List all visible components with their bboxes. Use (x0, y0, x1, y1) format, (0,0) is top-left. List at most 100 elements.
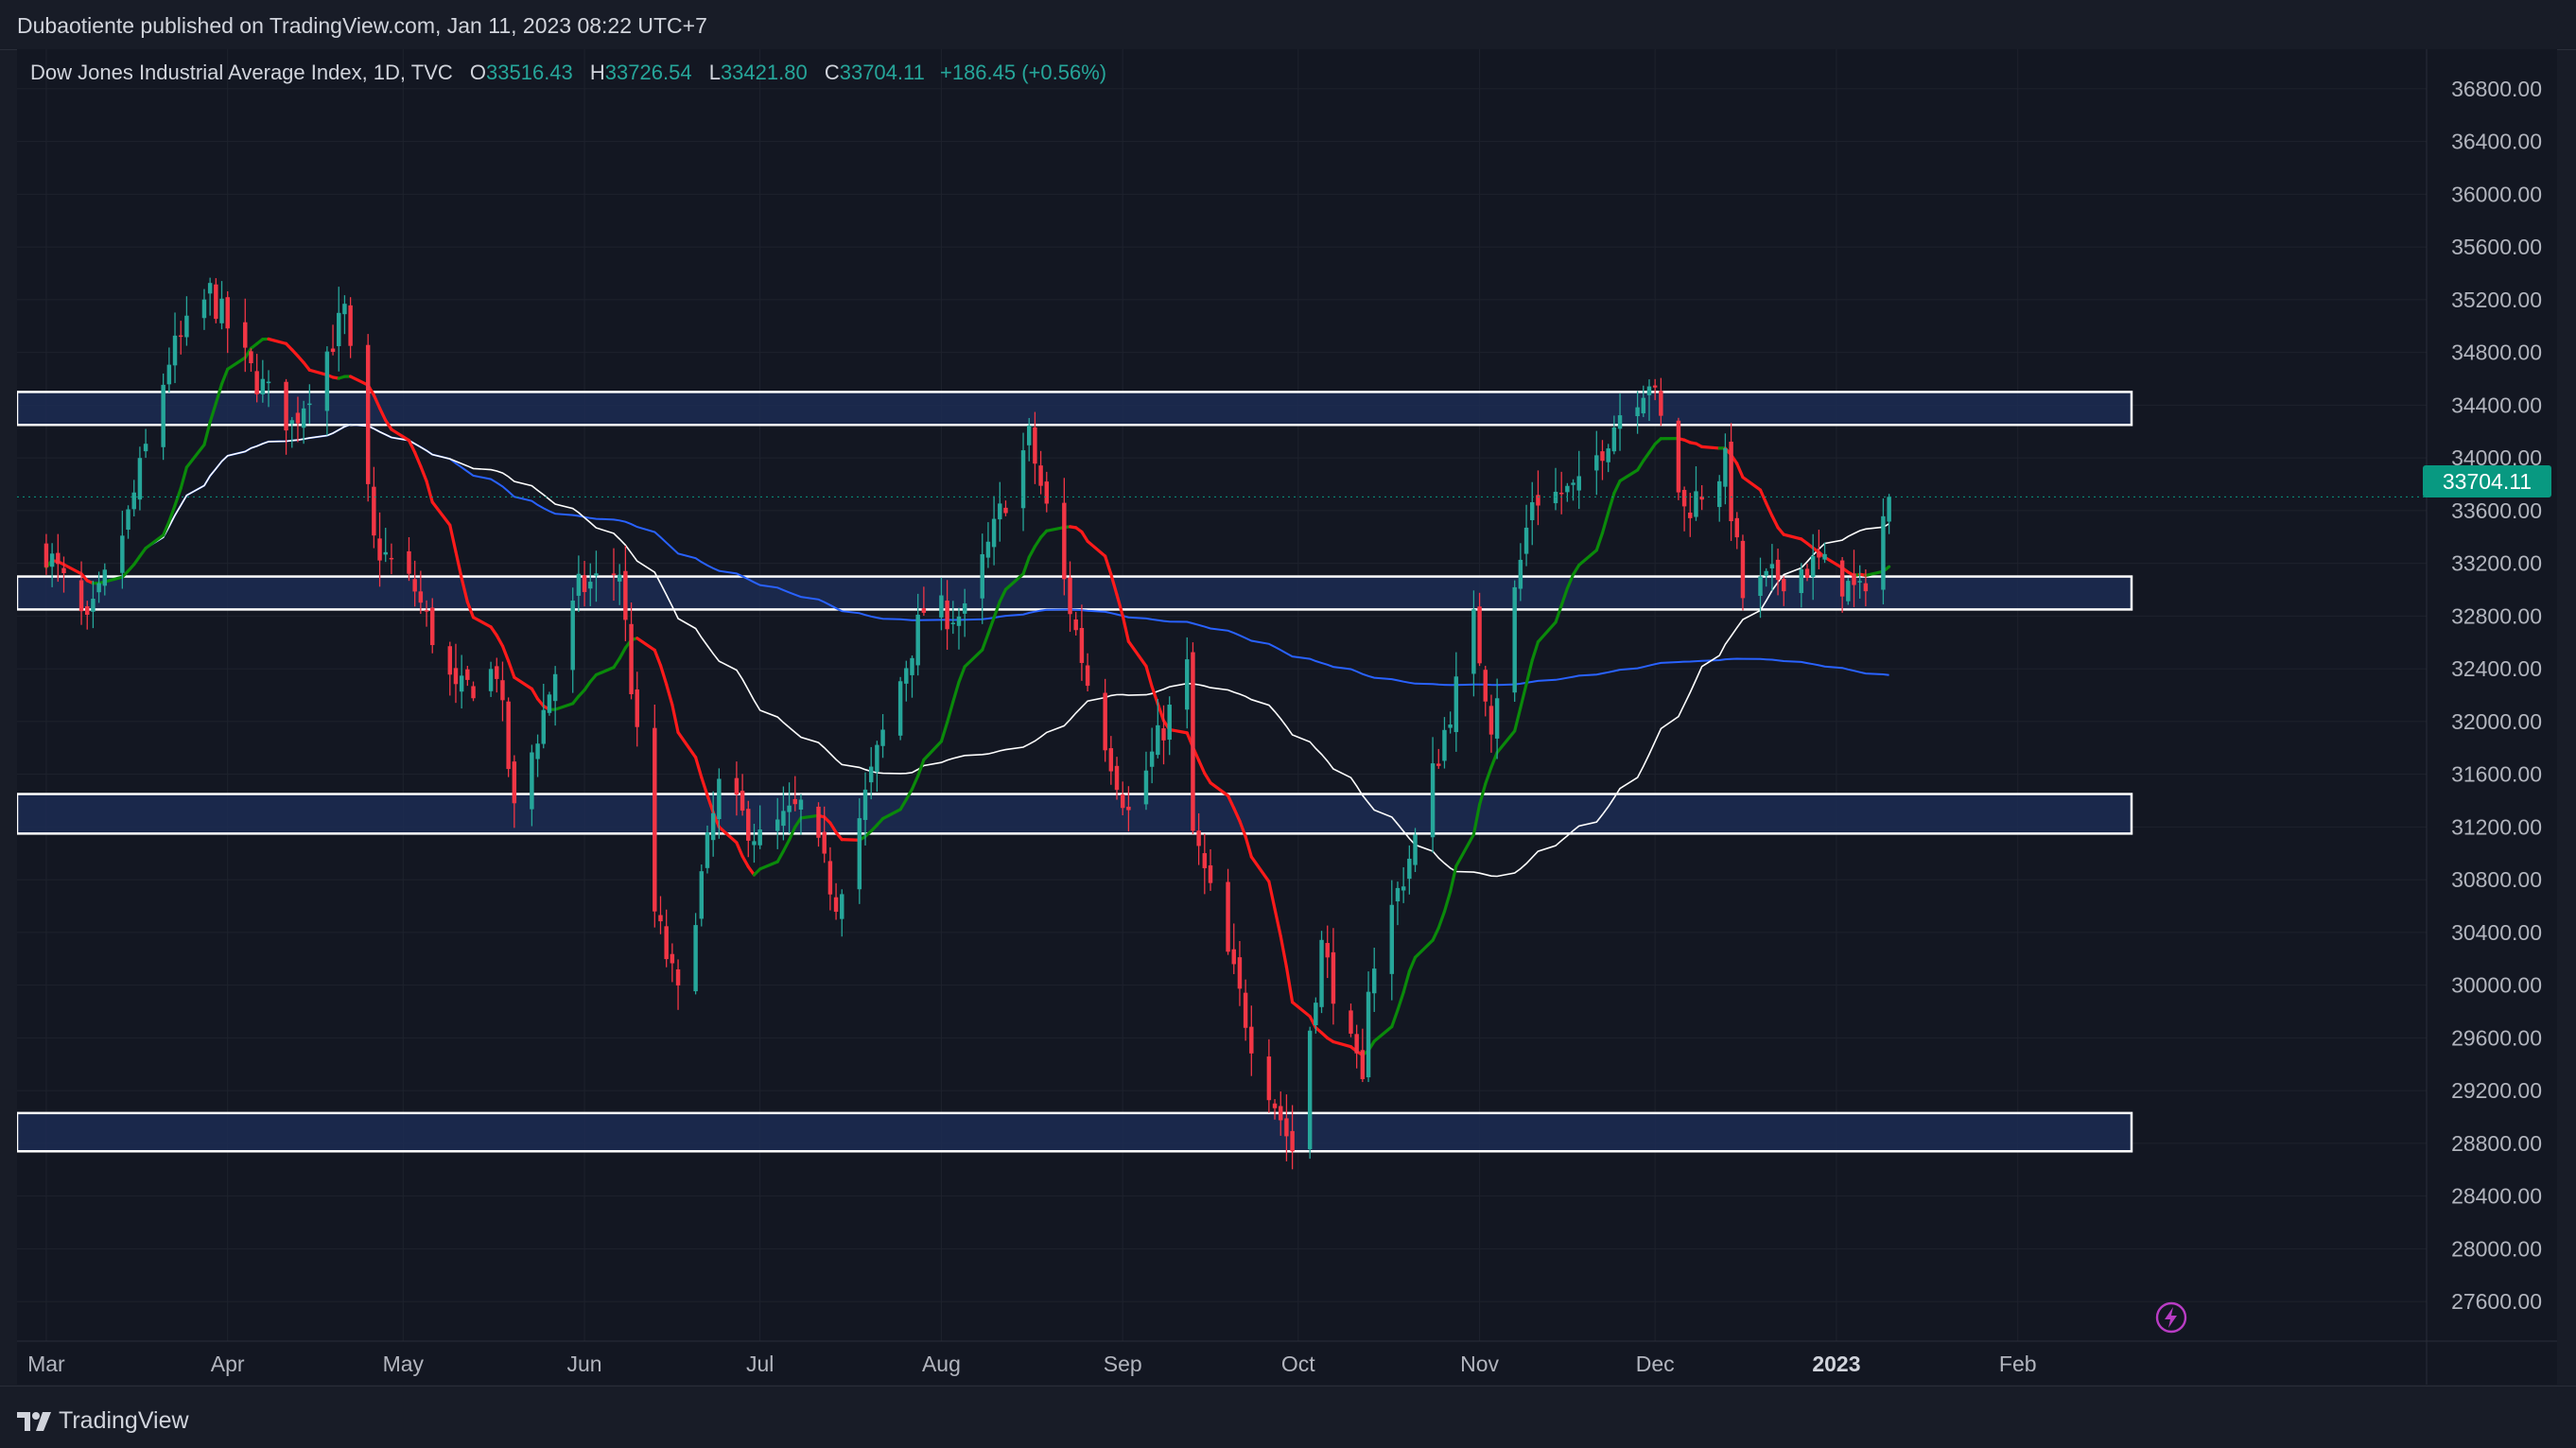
candle-body (1003, 508, 1007, 514)
candle-body (44, 544, 48, 567)
y-tick-label: 33200.00 (2451, 551, 2542, 576)
legend-low: 33421.80 (721, 61, 808, 84)
candle-body (1857, 581, 1861, 583)
candle-body (1203, 853, 1207, 868)
brand[interactable]: TradingView (17, 1407, 189, 1435)
ma-fast-segment (1784, 534, 1801, 539)
candle-body (1209, 865, 1212, 883)
y-tick-label: 36400.00 (2451, 130, 2542, 154)
ma-fast-segment (918, 759, 924, 776)
price-chart[interactable]: 27600.0028000.0028400.0028800.0029200.00… (17, 49, 2557, 1385)
ma-fast-segment (1526, 660, 1532, 684)
candle-body (1606, 448, 1610, 462)
ma-fast-segment (1702, 446, 1720, 448)
zones (17, 392, 2132, 1151)
candle-body (787, 806, 791, 812)
ma-fast-segment (450, 525, 456, 551)
candle-body (869, 767, 873, 783)
candle-body (454, 668, 458, 684)
candle-body (1635, 408, 1639, 416)
ma-fast-segment (1609, 493, 1614, 512)
ma-fast-segment (702, 777, 707, 795)
ma-fast-segment (1444, 892, 1450, 912)
candle-body (1354, 1034, 1358, 1053)
candle-body (144, 444, 148, 451)
candle-body (1279, 1106, 1282, 1120)
y-tick-label: 30400.00 (2451, 920, 2542, 945)
candle-body (816, 807, 820, 838)
candle-body (612, 573, 616, 575)
candle-body (471, 686, 475, 698)
chart-frame[interactable]: 27600.0028000.0028400.0028800.0029200.00… (17, 49, 2557, 1385)
candle-body (1612, 427, 1616, 451)
candle-body (290, 420, 294, 424)
candle-body (1150, 752, 1154, 767)
candle-body (1167, 705, 1171, 740)
ma-fast-segment (1293, 1003, 1311, 1017)
last-price-tag: 33704.11 (2423, 465, 2551, 497)
candle-body (384, 552, 388, 555)
ma-fast-segment (1614, 481, 1620, 494)
x-tick-label: May (383, 1352, 425, 1376)
y-tick-label: 33600.00 (2451, 498, 2542, 523)
ma-fast-segment (1245, 837, 1251, 857)
candle-body (366, 345, 370, 484)
x-tick-label: Dec (1636, 1352, 1675, 1376)
candle-body (1073, 619, 1077, 630)
candle-body (1717, 481, 1721, 507)
candle-body (858, 818, 862, 889)
x-tick-label: Aug (922, 1352, 961, 1376)
candle-body (1431, 763, 1435, 837)
candle-body (1846, 581, 1850, 602)
candle-body (1027, 426, 1031, 445)
candle-body (214, 285, 218, 319)
x-tick-label: Sep (1104, 1352, 1142, 1376)
candle-body (570, 601, 574, 670)
candle-body (1723, 448, 1727, 487)
ma-fast-segment (965, 650, 983, 667)
ma-fast-segment (1620, 470, 1638, 481)
candle-body (1477, 606, 1481, 663)
ma-fast-segment (531, 689, 537, 699)
ma-fast-segment (1515, 707, 1521, 731)
candle-body (553, 674, 557, 701)
candle-body (1062, 503, 1066, 580)
candle-body (740, 791, 744, 811)
x-tick-label: 2023 (1812, 1352, 1860, 1376)
ma-fast-segment (1486, 767, 1491, 784)
lightning-icon[interactable] (2154, 1300, 2188, 1335)
ma-fast-segment (415, 452, 421, 466)
ma-fast-segment (672, 705, 678, 732)
candle-body (131, 493, 135, 510)
ma-fast-segment (1409, 957, 1415, 971)
ma-fast-segment (760, 862, 778, 869)
ma-fast-segment (913, 776, 918, 789)
candle-body (425, 610, 428, 612)
ma-fast-segment (619, 648, 625, 658)
legend-high-label: H (590, 61, 605, 84)
candle-body (1694, 491, 1697, 516)
ma-fast-segment (737, 843, 742, 856)
ma-fast-segment (1152, 687, 1157, 704)
candle-body (1822, 554, 1826, 560)
candle-body (307, 404, 311, 406)
ma-fast-segment (667, 684, 672, 705)
candle-body (1659, 391, 1662, 415)
ma-fast-segment (1456, 834, 1474, 866)
ma-fast-segment (742, 856, 748, 866)
candle-body (781, 811, 785, 826)
ma-fast-segment (1170, 729, 1188, 732)
candle-body (1559, 493, 1563, 495)
candle-body (506, 702, 510, 769)
legend-close: 33704.11 (840, 61, 925, 84)
candle-body (623, 571, 627, 620)
y-tick-label: 35600.00 (2451, 235, 2542, 259)
candle-body (1161, 728, 1165, 741)
candle-body (1086, 666, 1089, 687)
ma-fast-segment (924, 741, 942, 760)
candle-body (1226, 882, 1229, 952)
candle-body (179, 336, 183, 338)
tradingview-logo-icon (17, 1412, 51, 1431)
candle-body (863, 790, 867, 820)
candle-body (986, 542, 990, 558)
